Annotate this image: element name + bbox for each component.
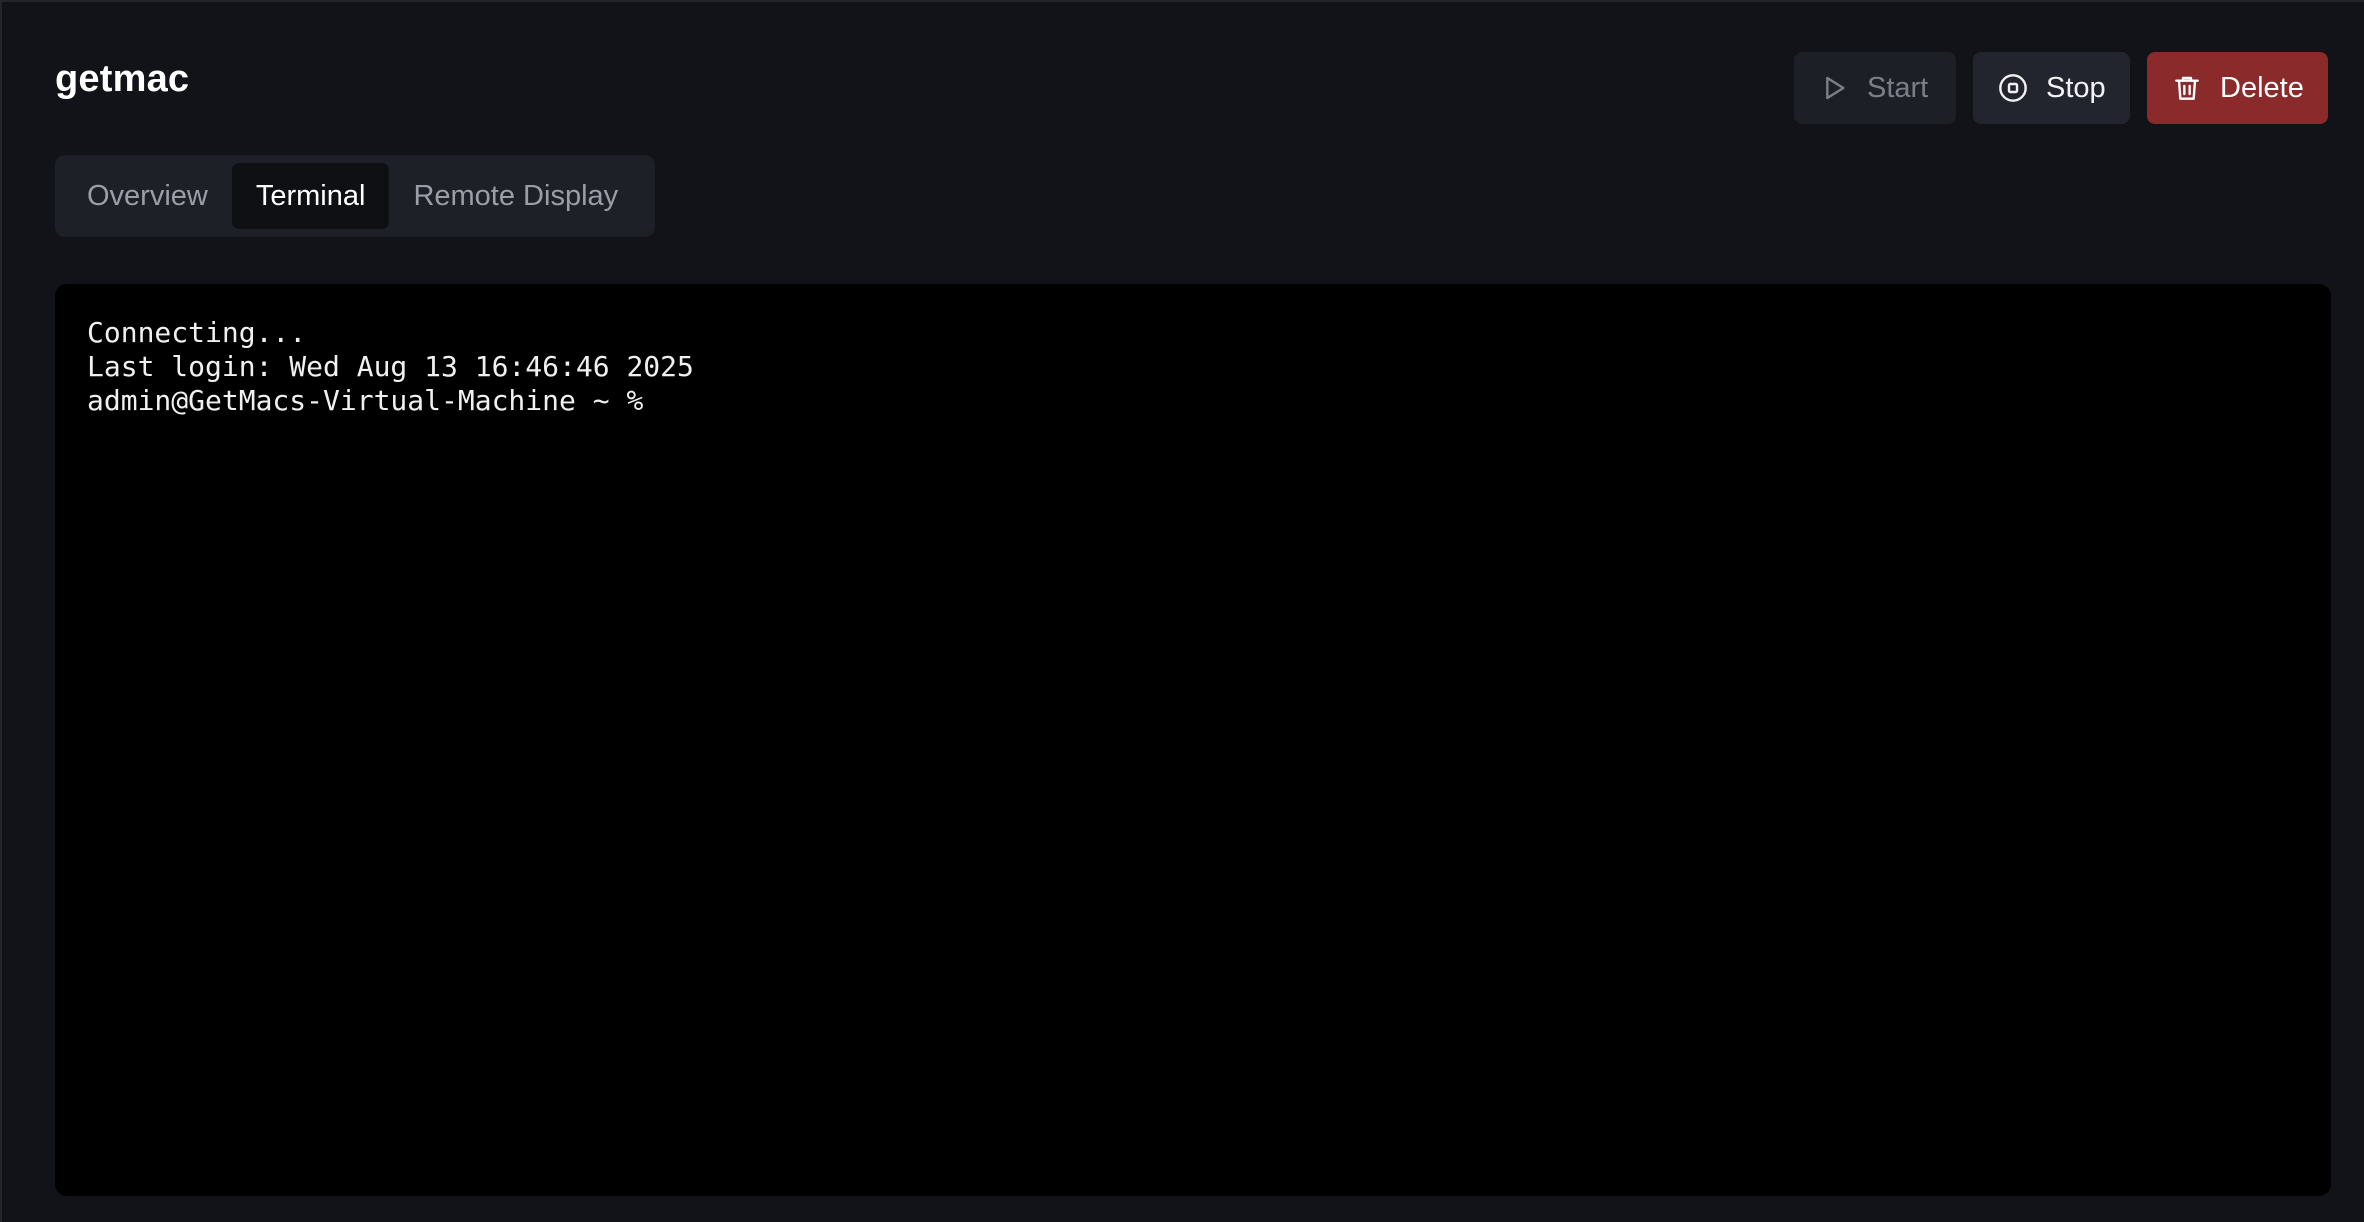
app-window: getmac Start Stop Delete Overview Termin…: [0, 0, 2364, 1222]
start-button-label: Start: [1867, 71, 1929, 104]
terminal-prompt: admin@GetMacs-Virtual-Machine ~ %: [87, 384, 661, 417]
delete-button[interactable]: Delete: [2147, 52, 2328, 124]
start-button[interactable]: Start: [1794, 52, 1956, 124]
terminal-line: Connecting...: [87, 316, 307, 349]
delete-button-label: Delete: [2220, 71, 2304, 104]
terminal-panel[interactable]: Connecting... Last login: Wed Aug 13 16:…: [55, 284, 2331, 1196]
tab-bar: Overview Terminal Remote Display: [55, 155, 655, 237]
play-icon: [1818, 72, 1850, 104]
stop-button-label: Stop: [2046, 71, 2106, 104]
vm-actions: Start Stop Delete: [1794, 52, 2328, 124]
tab-remote-display[interactable]: Remote Display: [389, 163, 642, 229]
tab-overview[interactable]: Overview: [63, 163, 232, 229]
page-title: getmac: [55, 58, 190, 100]
trash-icon: [2171, 72, 2203, 104]
tab-terminal[interactable]: Terminal: [231, 163, 390, 229]
stop-circle-icon: [1997, 72, 2029, 104]
stop-button[interactable]: Stop: [1973, 52, 2130, 124]
terminal-line: Last login: Wed Aug 13 16:46:46 2025: [87, 350, 694, 383]
